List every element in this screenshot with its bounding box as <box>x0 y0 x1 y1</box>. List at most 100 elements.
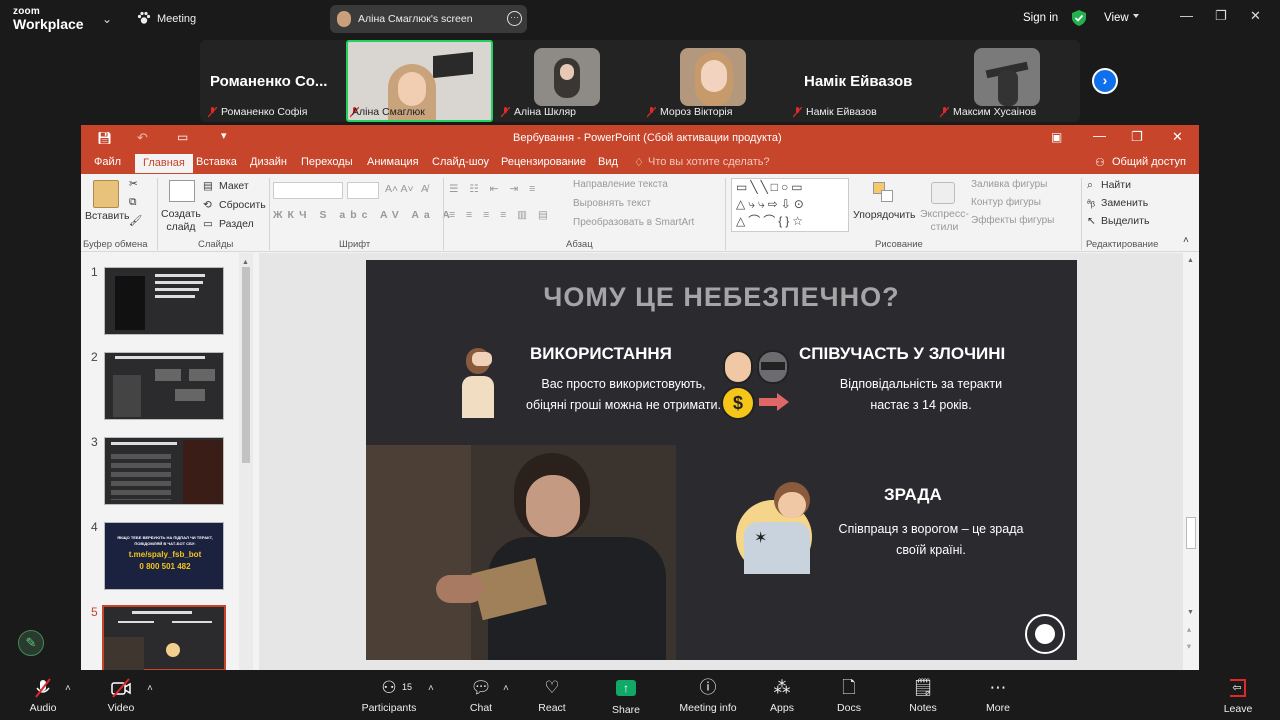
section-button[interactable]: Раздел <box>219 218 254 230</box>
present-icon[interactable]: ▭ <box>177 130 188 144</box>
meeting-label[interactable]: Meeting <box>157 13 196 25</box>
slide-number: 2 <box>91 350 98 364</box>
notes-label: Notes <box>909 702 937 714</box>
slide-thumbnail[interactable] <box>104 267 224 335</box>
list-icons[interactable]: ☰ ☷ ⇤ ⇥ ≡ <box>449 183 539 195</box>
apps-button[interactable]: ⁂ Apps <box>747 678 817 714</box>
tab-transitions[interactable]: Переходы <box>301 156 353 168</box>
align-text-button[interactable]: Выровнять текст <box>573 198 651 209</box>
cut-icon[interactable]: ✂ <box>129 178 138 190</box>
ribbon-display-icon[interactable]: ▣ <box>1051 130 1062 144</box>
participants-options-icon[interactable]: ˄ <box>428 683 434 694</box>
video-button[interactable]: Video <box>86 678 156 714</box>
shield-check-icon[interactable] <box>1072 10 1086 26</box>
slide-thumbnail[interactable]: ЯКЩО ТЕБЕ ВЕРБУЮТЬ НА ПІДПАЛ ЧИ ТЕРАКТ, … <box>104 522 224 590</box>
audio-options-icon[interactable]: ˄ <box>65 683 71 694</box>
slide-thumbnail[interactable] <box>104 352 224 420</box>
meeting-info-label: Meeting info <box>679 702 737 714</box>
find-button[interactable]: Найти <box>1101 179 1131 191</box>
leave-button[interactable]: ⇦ Leave <box>1203 678 1273 715</box>
tab-design[interactable]: Дизайн <box>250 156 287 168</box>
share-screen-button[interactable]: ↑ Share <box>591 678 661 716</box>
minimize-icon[interactable]: — <box>1093 128 1106 143</box>
quick-styles-button[interactable]: Экспресс- стили <box>920 208 969 234</box>
paste-icon[interactable] <box>93 180 119 208</box>
save-icon[interactable]: 💾︎ <box>97 131 112 145</box>
font-format-icons[interactable]: ЖКЧ S abc AV Aa A <box>273 209 455 221</box>
meeting-info-button[interactable]: ⓘ Meeting info <box>673 678 743 714</box>
align-icons[interactable]: ≡ ≡ ≡ ≡ ▥ ▤ <box>449 209 552 221</box>
sign-in-link[interactable]: Sign in <box>1023 12 1058 24</box>
layout-button[interactable]: Макет <box>219 180 249 192</box>
chevron-down-icon[interactable]: ⌄ <box>102 12 112 26</box>
format-painter-icon[interactable]: 🖌︎ <box>129 214 142 227</box>
slide-title: ЧОМУ ЦЕ НЕБЕЗПЕЧНО? <box>543 282 900 312</box>
smartart-button[interactable]: Преобразовать в SmartArt <box>573 217 694 228</box>
tell-me-search[interactable]: Что вы хотите сделать? <box>648 156 770 168</box>
block-heading: СПІВУЧАСТЬ У ЗЛОЧИНІ <box>799 344 1006 363</box>
participant-photo <box>534 48 600 106</box>
participant-name: Аліна Шкляр <box>514 106 577 118</box>
notes-button[interactable]: 🗒︎ Notes <box>888 678 958 714</box>
collapse-ribbon-icon[interactable]: ˄ <box>1183 235 1189 246</box>
replace-button[interactable]: Заменить <box>1101 197 1148 209</box>
block-text: настає з 14 років. <box>870 398 972 412</box>
restore-icon[interactable]: ❐ <box>1131 129 1143 145</box>
canvas-scrollbar[interactable]: ▲ ▼ ⩓ ⩔ <box>1183 253 1199 670</box>
tab-slideshow[interactable]: Слайд-шоу <box>432 156 489 168</box>
grow-font-icon[interactable]: A˄ A˅ <box>385 183 414 195</box>
notes-icon: 🗒︎ <box>912 678 934 697</box>
tab-home[interactable]: Главная <box>135 154 193 173</box>
arrange-button[interactable]: Упорядочить <box>853 209 915 221</box>
tab-file[interactable]: Файл <box>94 156 121 168</box>
chat-options-icon[interactable]: ˄ <box>503 683 509 694</box>
more-options-icon[interactable]: ··· <box>507 11 522 26</box>
caret-down-icon[interactable] <box>1133 14 1139 18</box>
slide-thumbnail[interactable] <box>104 437 224 505</box>
apps-label: Apps <box>770 702 794 714</box>
docs-label: Docs <box>837 702 861 714</box>
font-name-field[interactable] <box>273 182 343 199</box>
text-direction-button[interactable]: Направление текста <box>573 179 668 190</box>
block-heading: ЗРАДА <box>884 485 942 504</box>
paste-button[interactable]: Вставить <box>85 210 130 222</box>
apps-icon: ⁂ <box>773 678 791 697</box>
close-icon[interactable]: ✕ <box>1172 129 1183 145</box>
participants-button[interactable]: ⚇ Participants <box>354 678 424 714</box>
customize-icon[interactable]: ▾ <box>221 129 227 142</box>
shape-effects-button[interactable]: Эффекты фигуры <box>971 215 1054 226</box>
slide-number: 1 <box>91 265 98 279</box>
annotate-pencil-icon[interactable]: ✎ <box>18 630 44 656</box>
new-slide-icon[interactable] <box>169 180 195 202</box>
tab-view[interactable]: Вид <box>598 156 618 168</box>
clear-format-icon[interactable]: A̸ <box>421 183 428 195</box>
view-button[interactable]: View <box>1104 12 1129 24</box>
docs-button[interactable]: 🗋︎ Docs <box>814 678 884 714</box>
video-off-icon <box>86 678 156 698</box>
copy-icon[interactable]: ⧉ <box>129 196 137 209</box>
thumbnails-scrollbar[interactable]: ▲ <box>239 253 253 670</box>
react-button[interactable]: ♡ React <box>517 678 587 714</box>
shape-outline-button[interactable]: Контур фигуры <box>971 197 1041 208</box>
tab-review[interactable]: Рецензирование <box>501 156 586 168</box>
select-button[interactable]: Выделить <box>1101 215 1149 227</box>
new-slide-button[interactable]: Создать слайд <box>161 208 201 234</box>
minimize-icon[interactable]: — <box>1180 8 1193 23</box>
tab-animations[interactable]: Анимация <box>367 156 419 168</box>
more-button[interactable]: ⋯ More <box>963 678 1033 714</box>
current-slide[interactable]: ЧОМУ ЦЕ НЕБЕЗПЕЧНО? ВИКОРИСТАННЯ Вас про… <box>366 260 1077 660</box>
reset-button[interactable]: Сбросить <box>219 199 266 211</box>
undo-icon[interactable]: ↶ <box>137 130 148 146</box>
tab-insert[interactable]: Вставка <box>196 156 237 168</box>
restore-icon[interactable]: ❐ <box>1215 8 1227 24</box>
next-page-button[interactable]: › <box>1092 68 1118 94</box>
close-icon[interactable]: ✕ <box>1250 8 1261 24</box>
share-button[interactable]: Общий доступ <box>1112 156 1186 168</box>
font-size-field[interactable] <box>347 182 379 199</box>
video-options-icon[interactable]: ˄ <box>147 683 153 694</box>
shape-fill-button[interactable]: Заливка фигуры <box>971 179 1047 190</box>
block-text: своїй країні. <box>896 543 966 557</box>
slide-thumbnail-selected[interactable] <box>102 605 226 671</box>
shapes-gallery[interactable]: ▭╲╲□○▭ △⤷⤷⇨⇩⊙ △⌒⌒{}☆ <box>731 178 849 232</box>
share-owner-label: Аліна Смаглюк's screen <box>358 13 473 25</box>
